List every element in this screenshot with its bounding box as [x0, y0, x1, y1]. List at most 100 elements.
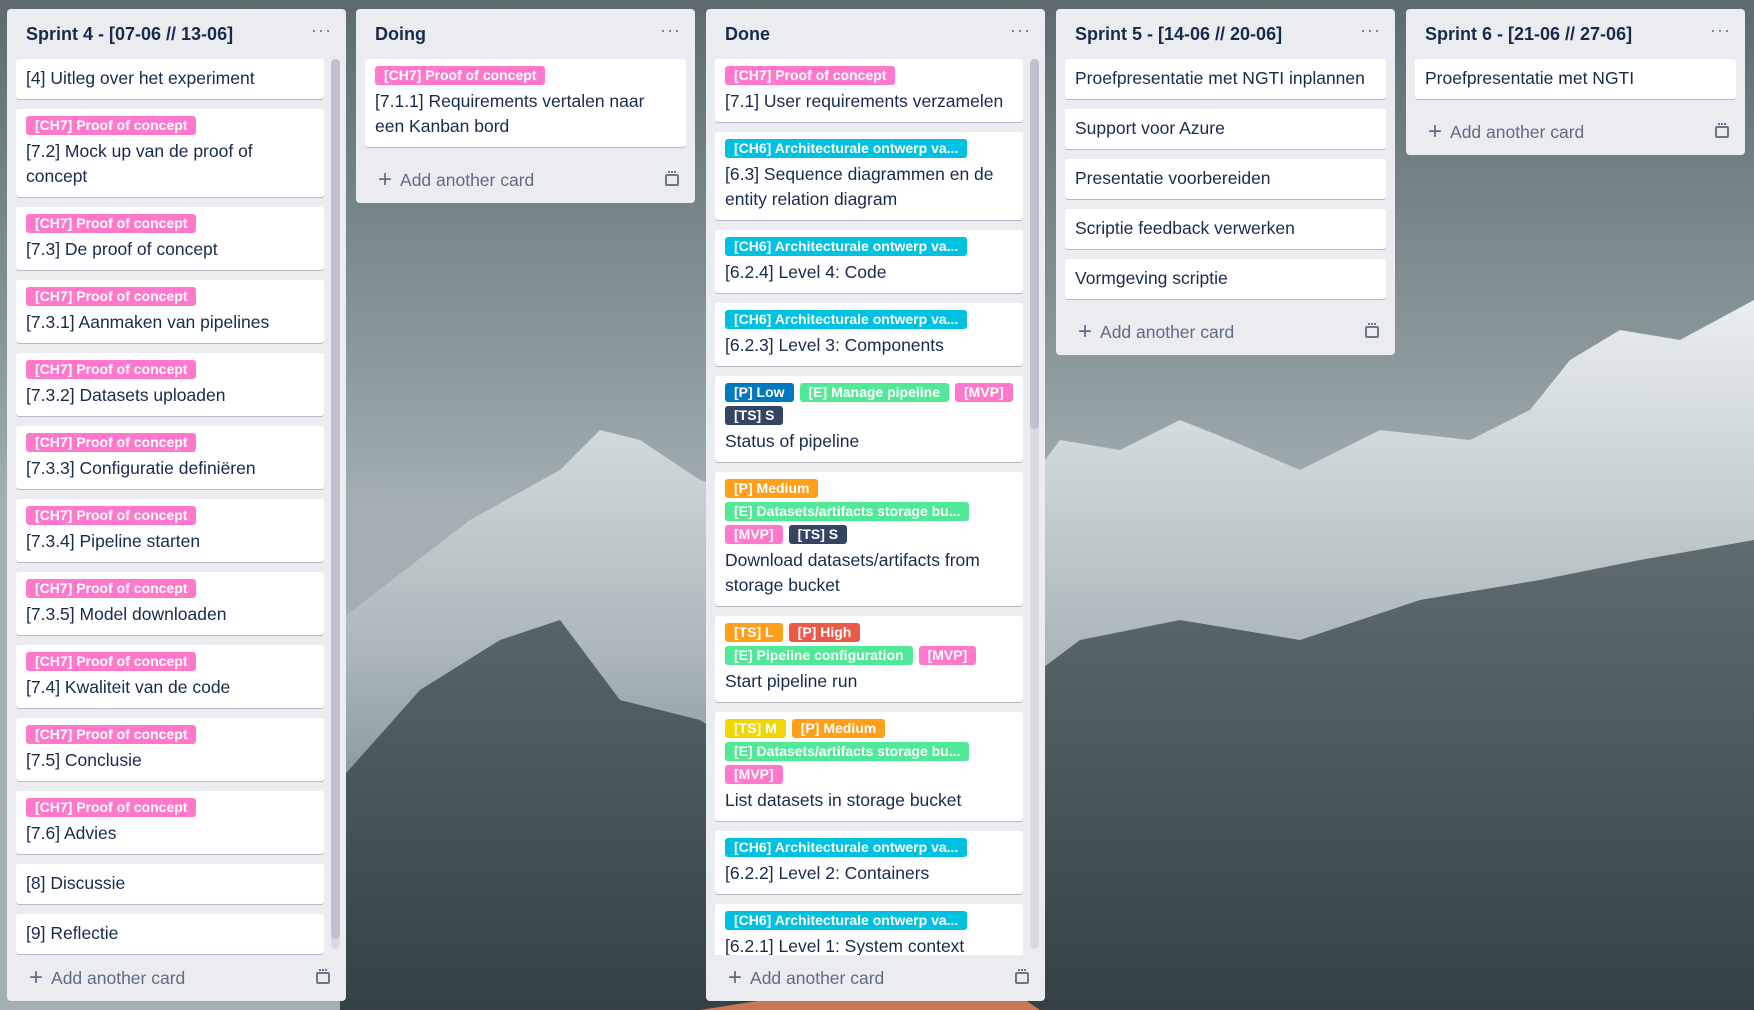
card-title: Proefpresentatie met NGTI — [1425, 68, 1635, 88]
card[interactable]: [P] Medium [E] Datasets/artifacts storage… — [715, 472, 1023, 606]
more-options-icon[interactable]: ··· — [1010, 21, 1031, 39]
scrollbar-thumb[interactable] — [331, 59, 340, 939]
plus-icon: + — [1428, 118, 1443, 145]
list-scrollbar[interactable] — [331, 59, 340, 949]
card-label[interactable]: [CH7] Proof of concept — [26, 214, 197, 233]
list-scrollbar[interactable] — [1030, 59, 1039, 949]
card-label[interactable]: [E] Datasets/artifacts storage bu... — [725, 502, 970, 521]
card[interactable]: [CH7] Proof of concept [7.3.2] Datasets u… — [16, 353, 324, 416]
add-card-label: Add another card — [400, 169, 535, 190]
card[interactable]: [CH7] Proof of concept [7.5] Conclusie — [16, 718, 324, 781]
card-labels: [CH7] Proof of concept — [26, 798, 314, 817]
card-label[interactable]: [CH7] Proof of concept — [26, 506, 197, 525]
card-label[interactable]: [CH7] Proof of concept — [26, 360, 197, 379]
card-label[interactable]: [E] Datasets/artifacts storage bu... — [725, 742, 970, 761]
list-title[interactable]: Sprint 6 - [21-06 // 27-06] — [1425, 24, 1632, 45]
card[interactable]: Proefpresentatie met NGTI inplannen — [1065, 59, 1386, 99]
card[interactable]: [CH6] Architecturale ontwerp va... [6.2.1… — [715, 904, 1023, 955]
card[interactable]: [TS] L [P] High [E] Pipeline configuration… — [715, 616, 1023, 702]
card-label[interactable]: [CH6] Architecturale ontwerp va... — [725, 838, 968, 857]
card[interactable]: [CH6] Architecturale ontwerp va... [6.3] … — [715, 132, 1023, 220]
card[interactable]: [CH7] Proof of concept [7.2] Mock up van … — [16, 109, 324, 197]
card-label[interactable]: [TS] L — [725, 623, 783, 642]
card-template-icon[interactable] — [1015, 969, 1029, 984]
card-label[interactable]: [TS] S — [725, 406, 784, 425]
scrollbar-thumb[interactable] — [1030, 59, 1039, 429]
card[interactable]: Vormgeving scriptie — [1065, 259, 1386, 299]
card[interactable]: [CH7] Proof of concept [7.3.3] Configurat… — [16, 426, 324, 489]
card-label[interactable]: [CH6] Architecturale ontwerp va... — [725, 139, 968, 158]
card-label[interactable]: [E] Manage pipeline — [799, 383, 950, 402]
add-card-label: Add another card — [1100, 321, 1235, 342]
card[interactable]: [CH7] Proof of concept [7.3.1] Aanmaken v… — [16, 280, 324, 343]
card-title: Download datasets/artifacts from storage… — [725, 550, 980, 595]
card-label[interactable]: [MVP] — [725, 765, 783, 784]
card-label[interactable]: [CH6] Architecturale ontwerp va... — [725, 310, 968, 329]
add-card-button[interactable]: + Add another card — [1078, 320, 1234, 344]
card-label[interactable]: [TS] M — [725, 719, 786, 738]
card[interactable]: [8] Discussie — [16, 864, 324, 904]
more-options-icon[interactable]: ··· — [660, 21, 681, 39]
list-title[interactable]: Done — [725, 24, 770, 45]
list-header: Sprint 4 - [07-06 // 13-06] ··· — [7, 9, 346, 59]
card-template-icon[interactable] — [665, 171, 679, 186]
card-label[interactable]: [CH7] Proof of concept — [725, 66, 896, 85]
more-options-icon[interactable]: ··· — [1360, 21, 1381, 39]
more-options-icon[interactable]: ··· — [311, 21, 332, 39]
card[interactable]: [TS] M [P] Medium [E] Datasets/artifacts s… — [715, 712, 1023, 821]
card-label[interactable]: [P] High — [788, 623, 861, 642]
list-title[interactable]: Sprint 5 - [14-06 // 20-06] — [1075, 24, 1282, 45]
add-card-button[interactable]: + Add another card — [728, 966, 884, 990]
card-label[interactable]: [P] Medium — [791, 719, 886, 738]
card-label[interactable]: [CH7] Proof of concept — [26, 579, 197, 598]
card-label[interactable]: [CH7] Proof of concept — [26, 652, 197, 671]
list-column: Sprint 5 - [14-06 // 20-06] ··· Proefpre… — [1056, 9, 1395, 355]
card[interactable]: [CH7] Proof of concept [7.1] User require… — [715, 59, 1023, 122]
card-label[interactable]: [TS] S — [788, 525, 848, 544]
card[interactable]: [CH6] Architecturale ontwerp va... [6.2.3… — [715, 303, 1023, 366]
list-header: Sprint 5 - [14-06 // 20-06] ··· — [1056, 9, 1395, 59]
card[interactable]: [CH7] Proof of concept [7.4] Kwaliteit va… — [16, 645, 324, 708]
card-label[interactable]: [P] Low — [725, 383, 794, 402]
card[interactable]: [4] Uitleg over het experiment — [16, 59, 324, 99]
card[interactable]: [9] Reflectie — [16, 914, 324, 954]
card-label[interactable]: [MVP] — [955, 383, 1013, 402]
card-label[interactable]: [CH7] Proof of concept — [26, 725, 197, 744]
card[interactable]: [CH7] Proof of concept [7.6] Advies — [16, 791, 324, 854]
card[interactable]: [P] Low [E] Manage pipeline [MVP] [TS] S Sta… — [715, 376, 1023, 462]
card[interactable]: [CH7] Proof of concept [7.3] De proof of … — [16, 207, 324, 270]
card-label[interactable]: [MVP] — [918, 646, 977, 665]
card[interactable]: [CH7] Proof of concept [7.3.5] Model down… — [16, 572, 324, 635]
card-labels: [CH7] Proof of concept — [26, 287, 314, 306]
card[interactable]: Support voor Azure — [1065, 109, 1386, 149]
list-title[interactable]: Sprint 4 - [07-06 // 13-06] — [26, 24, 233, 45]
more-options-icon[interactable]: ··· — [1710, 21, 1731, 39]
card-label[interactable]: [MVP] — [725, 525, 783, 544]
add-card-button[interactable]: + Add another card — [378, 168, 534, 192]
card-label[interactable]: [CH6] Architecturale ontwerp va... — [725, 237, 968, 256]
card[interactable]: [CH6] Architecturale ontwerp va... [6.2.2… — [715, 831, 1023, 894]
card-label[interactable]: [E] Pipeline configuration — [725, 646, 913, 665]
list-title[interactable]: Doing — [375, 24, 426, 45]
card-label[interactable]: [CH7] Proof of concept — [26, 433, 197, 452]
card-title: [6.2.3] Level 3: Components — [725, 335, 944, 355]
card[interactable]: Scriptie feedback verwerken — [1065, 209, 1386, 249]
card-template-icon[interactable] — [316, 969, 330, 984]
card-label[interactable]: [P] Medium — [725, 479, 819, 498]
card[interactable]: [CH6] Architecturale ontwerp va... [6.2.4… — [715, 230, 1023, 293]
card[interactable]: [CH7] Proof of concept [7.3.4] Pipeline s… — [16, 499, 324, 562]
card[interactable]: Presentatie voorbereiden — [1065, 159, 1386, 199]
card-template-icon[interactable] — [1715, 123, 1729, 138]
card[interactable]: [CH7] Proof of concept [7.1.1] Requiremen… — [365, 59, 686, 147]
card-label[interactable]: [CH6] Architecturale ontwerp va... — [725, 911, 968, 930]
card[interactable]: Proefpresentatie met NGTI — [1415, 59, 1736, 99]
add-card-button[interactable]: + Add another card — [29, 966, 185, 990]
card-label[interactable]: [CH7] Proof of concept — [26, 798, 197, 817]
card-label[interactable]: [CH7] Proof of concept — [375, 66, 546, 85]
card-template-icon[interactable] — [1365, 323, 1379, 338]
card-label[interactable]: [CH7] Proof of concept — [26, 287, 197, 306]
add-card-button[interactable]: + Add another card — [1428, 120, 1584, 144]
card-title: [7.5] Conclusie — [26, 750, 142, 770]
card-labels: [CH6] Architecturale ontwerp va... — [725, 310, 1013, 329]
card-label[interactable]: [CH7] Proof of concept — [26, 116, 197, 135]
